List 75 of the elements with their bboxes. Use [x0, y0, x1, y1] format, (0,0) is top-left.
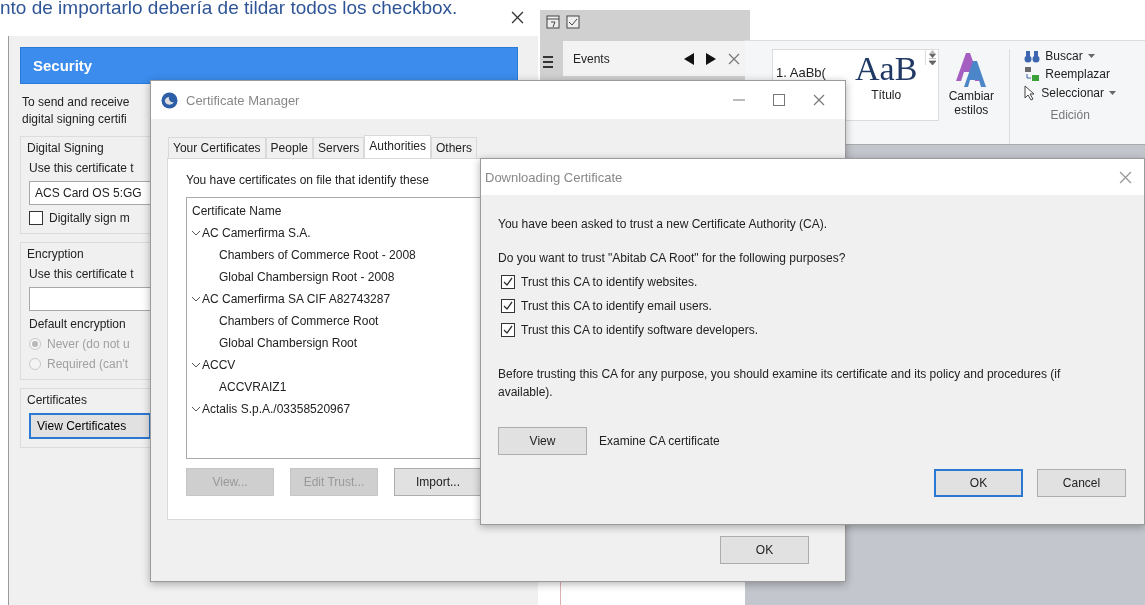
tab[interactable]: Others — [431, 137, 478, 158]
edit-command[interactable]: Buscar — [1024, 49, 1117, 63]
next-icon[interactable] — [706, 52, 716, 65]
chevron-down-icon[interactable] — [191, 295, 201, 303]
field-label: Use this certificate t — [29, 267, 135, 281]
intro-text: You have certificates on file that identify these — [186, 173, 431, 187]
checkbox[interactable] — [501, 323, 515, 337]
more-icon[interactable] — [928, 58, 936, 65]
tree-group[interactable]: AC Camerfirma SA CIF A82743287 — [191, 292, 484, 306]
change-styles-label[interactable]: Cambiar estilos — [945, 89, 998, 117]
style-item[interactable]: AaB Título — [847, 50, 926, 102]
close-icon[interactable] — [511, 11, 524, 24]
pointer-icon — [1024, 85, 1037, 101]
checkbox[interactable] — [501, 299, 515, 313]
view-label: Examine CA certificate — [599, 434, 720, 448]
menu-icon[interactable] — [543, 56, 553, 68]
tab[interactable]: People — [265, 137, 313, 158]
binoculars-icon — [1024, 49, 1041, 63]
message-text: You have been asked to trust a new Certificate Authority (CA). — [498, 217, 829, 231]
checkbox-label: Trust this CA to identify software developers. — [521, 323, 758, 337]
group-label: Digital Signing — [27, 141, 105, 155]
tree-group[interactable]: Actalis S.p.A./03358520967 — [191, 402, 484, 416]
checkbox-label: Trust this CA to identify websites. — [521, 275, 698, 289]
certificate-field[interactable]: ACS Card OS 5:GG — [29, 181, 151, 205]
edit-command[interactable]: Seleccionar — [1024, 85, 1117, 101]
tree-item[interactable]: Chambers of Commerce Root - 2008 — [191, 248, 484, 262]
checkbox[interactable] — [29, 211, 43, 225]
note-text: Before trusting this CA for any purpose, you should examine its certificate and its policy and procedures (if available). — [498, 366, 1062, 401]
tab[interactable]: Authorities — [364, 135, 432, 158]
replace-icon — [1024, 66, 1041, 82]
tree-item[interactable]: ACCVRAIZ1 — [191, 380, 484, 394]
chevron-down-icon[interactable] — [191, 229, 201, 237]
question-text: Do you want to trust "Abitab CA Root" for the following purposes? — [498, 251, 847, 265]
events-title: Events — [573, 51, 611, 66]
window-title: Certificate Manager — [186, 92, 301, 108]
maximize-icon[interactable] — [773, 94, 785, 106]
change-styles-icon[interactable] — [954, 51, 989, 89]
calendar-icon[interactable] — [546, 14, 560, 29]
caption-text: nto de importarlo debería de tildar todos los checkbox. — [0, 0, 458, 18]
certificate-field[interactable] — [29, 287, 151, 311]
caret-icon — [928, 54, 936, 58]
dialog-button[interactable]: OK — [934, 469, 1023, 497]
tree-item[interactable]: Global Chambersign Root — [191, 336, 484, 350]
style-item[interactable]: 1. AaBb( — [773, 66, 847, 80]
tab[interactable]: Your Certificates — [168, 137, 266, 158]
dialog-title: Downloading Certificate — [485, 169, 624, 185]
view-certificates-button[interactable]: View Certificates — [29, 413, 151, 439]
tree-item[interactable]: Chambers of Commerce Root — [191, 314, 484, 328]
tree-group[interactable]: AC Camerfirma S.A. — [191, 226, 484, 240]
section-header: Security — [20, 47, 518, 84]
chevron-down-icon[interactable] — [191, 361, 201, 369]
checkbox[interactable] — [501, 275, 515, 289]
task-icon[interactable] — [566, 14, 580, 29]
previous-icon[interactable] — [684, 52, 694, 65]
radio-label: Required (can't — [47, 357, 128, 371]
dialog-button[interactable]: Cancel — [1037, 469, 1126, 497]
action-button[interactable]: Import... — [394, 468, 482, 496]
checkbox-label: Trust this CA to identify email users. — [521, 299, 712, 313]
tree-item[interactable]: Global Chambersign Root - 2008 — [191, 270, 484, 284]
chevron-down-icon[interactable] — [191, 405, 201, 413]
tab[interactable]: Servers — [313, 137, 365, 158]
intro-text: To send and receive digital signing certifi — [22, 94, 131, 128]
ok-button[interactable]: OK — [720, 536, 809, 564]
checkbox-label: Digitally sign m — [49, 211, 130, 225]
view-button[interactable]: View — [498, 427, 587, 455]
group-label: Encryption — [27, 247, 85, 261]
app-logo-icon — [161, 91, 178, 109]
radio-label: Never (do not u — [47, 337, 130, 351]
group-label: Certificates — [27, 393, 89, 407]
field-label: Default encryption — [29, 317, 127, 331]
tree-group[interactable]: ACCV — [191, 358, 484, 372]
edit-command[interactable]: Reemplazar — [1024, 66, 1117, 82]
column-header[interactable]: Certificate Name — [191, 204, 484, 218]
field-label: Use this certificate t — [29, 161, 135, 175]
group-title: Edición — [1049, 108, 1091, 122]
